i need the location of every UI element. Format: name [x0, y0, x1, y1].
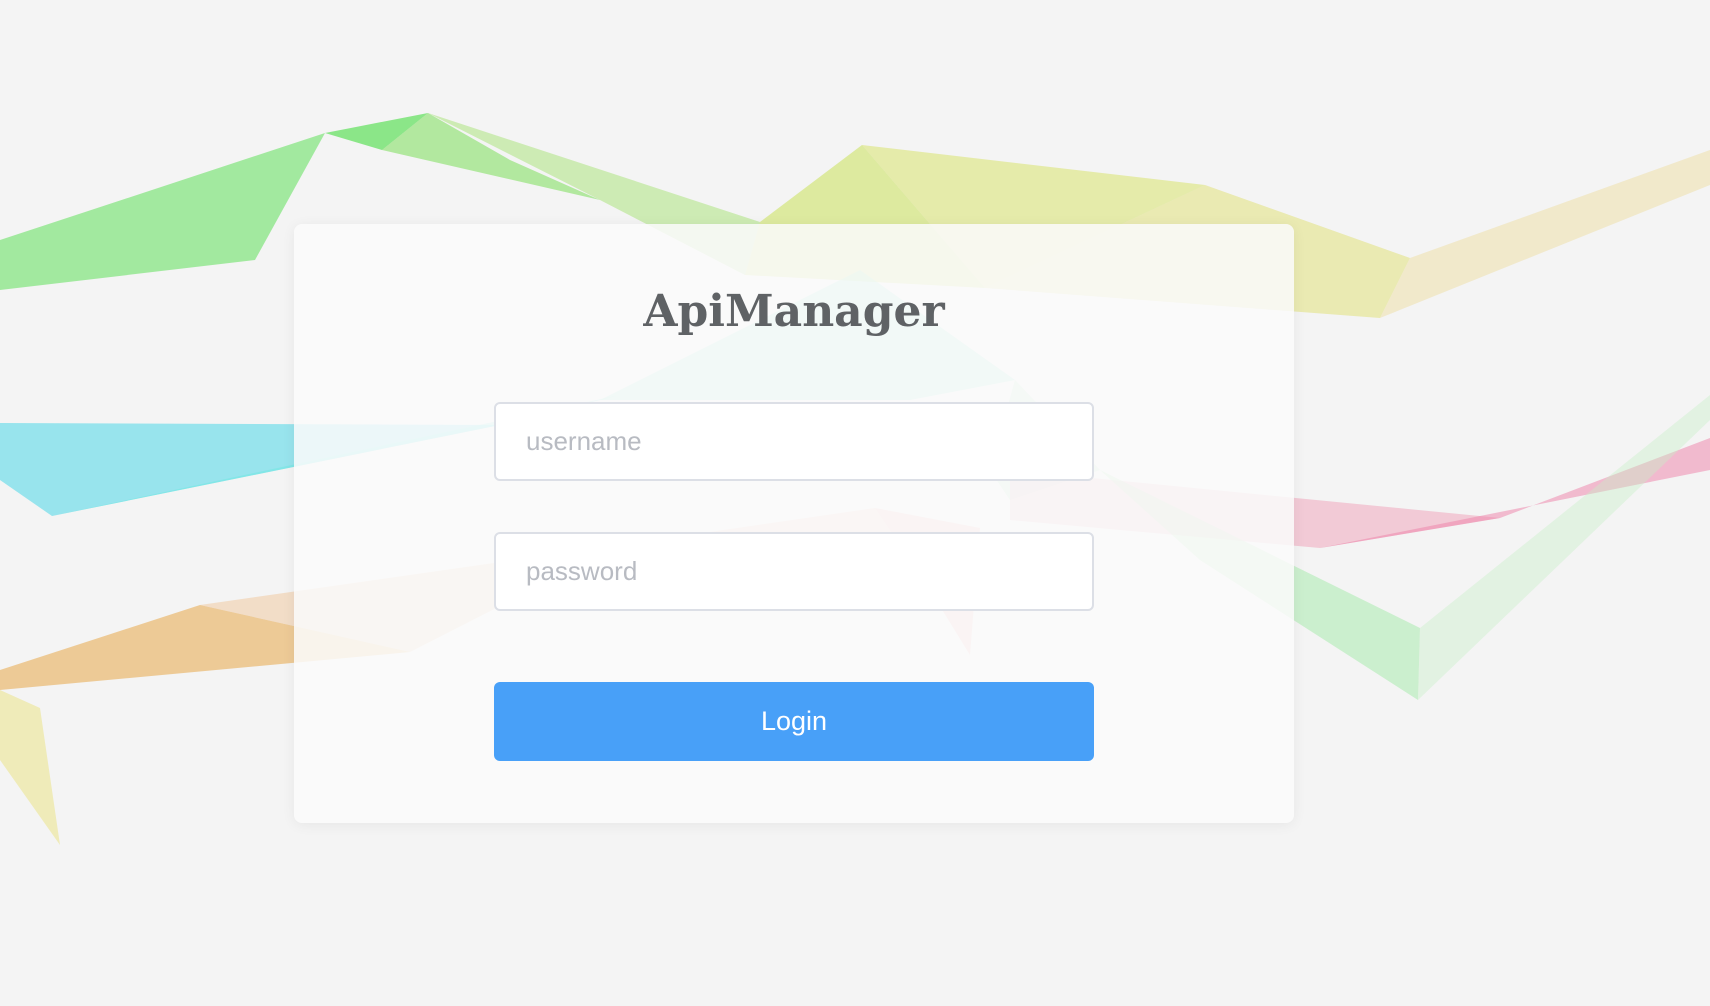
yellow-ribbon-segment: [1380, 150, 1710, 318]
yellow-ribbon-segment: [0, 690, 60, 845]
password-input[interactable]: [494, 532, 1094, 611]
green-ribbon-segment: [382, 113, 600, 200]
login-panel: ApiManager Login: [294, 224, 1294, 823]
app-title: ApiManager: [643, 286, 945, 337]
username-input[interactable]: [494, 402, 1094, 481]
login-page: ApiManager Login: [0, 0, 1710, 1006]
login-button[interactable]: Login: [494, 682, 1094, 761]
mint-ribbon-segment: [1418, 395, 1710, 700]
green-ribbon-segment: [0, 133, 325, 290]
